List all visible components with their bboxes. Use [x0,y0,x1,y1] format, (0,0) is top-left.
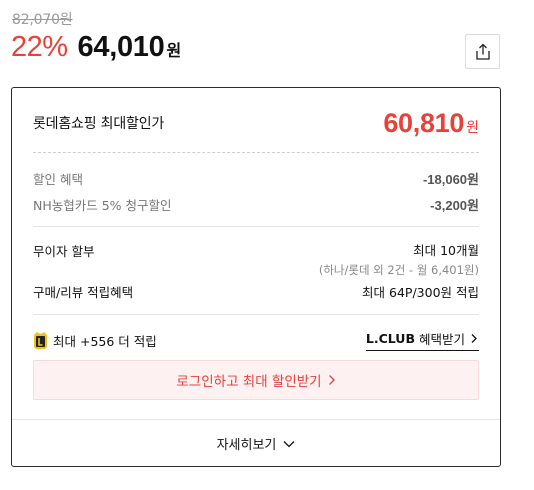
view-details-label: 자세히보기 [216,438,277,453]
sale-price: 64,010 [77,31,165,63]
lclub-reward-text: 최대 +556 더 적립 [53,333,157,349]
lclub-link-brand: L.CLUB [365,331,415,346]
installment-label: 무이자 할부 [33,244,95,259]
login-discount-label: 로그인하고 최대 할인받기 [176,374,322,390]
divider [33,314,479,315]
max-discount-price: 60,810 [383,107,465,138]
card-discount-row: NH농협카드 5% 청구할인 -3,200원 [33,195,479,214]
share-button[interactable] [465,34,500,69]
login-discount-button[interactable]: 로그인하고 최대 할인받기 [33,360,479,400]
review-reward-label: 구매/리뷰 적립혜택 [33,285,134,300]
view-details-button[interactable]: 자세히보기 [12,420,500,467]
max-discount-unit: 원 [466,119,479,136]
card-discount-value: -3,200원 [430,198,479,213]
max-discount-row: 롯데홈쇼핑 최대할인가 60,810 원 [33,106,479,140]
lclub-reward: 최대 +556 더 적립 [33,331,157,350]
original-price: 82,070원 [12,12,73,28]
discount-value: -18,060원 [422,172,479,187]
installment-info: 최대 10개월 (하나/롯데 외 2건 - 월 6,401원) [319,240,479,278]
share-icon [475,43,490,60]
price-benefit-card: 롯데홈쇼핑 최대할인가 60,810 원 할인 혜택 -18,060원 NH농협… [11,87,501,467]
max-discount-label: 롯데홈쇼핑 최대할인가 [33,116,165,132]
chevron-right-icon [328,375,335,385]
discount-row: 할인 혜택 -18,060원 [33,169,479,188]
discount-rate: 22% [11,31,68,63]
lclub-link-text: 혜택받기 [418,332,465,347]
review-reward-row: 구매/리뷰 적립혜택 최대 64P/300원 적립 [33,282,479,301]
lclub-badge-icon [34,331,47,349]
card-discount-label: NH농협카드 5% 청구할인 [33,198,172,213]
installment-detail: (하나/롯데 외 2건 - 월 6,401원) [318,263,479,277]
lclub-benefit-link[interactable]: L.CLUB 혜택받기 [365,329,479,351]
price-row: 22% 64,010 원 [11,31,181,64]
lclub-row: 최대 +556 더 적립 L.CLUB 혜택받기 [33,328,479,352]
review-reward-value: 최대 64P/300원 적립 [362,285,479,300]
sale-price-unit: 원 [166,41,182,60]
max-discount-price-wrap: 60,810 원 [383,108,479,139]
discount-label: 할인 혜택 [33,172,83,187]
chevron-down-icon [283,440,295,447]
divider [33,226,479,227]
divider [33,152,479,153]
chevron-right-icon [471,334,477,343]
installment-value: 최대 10개월 [413,243,479,258]
